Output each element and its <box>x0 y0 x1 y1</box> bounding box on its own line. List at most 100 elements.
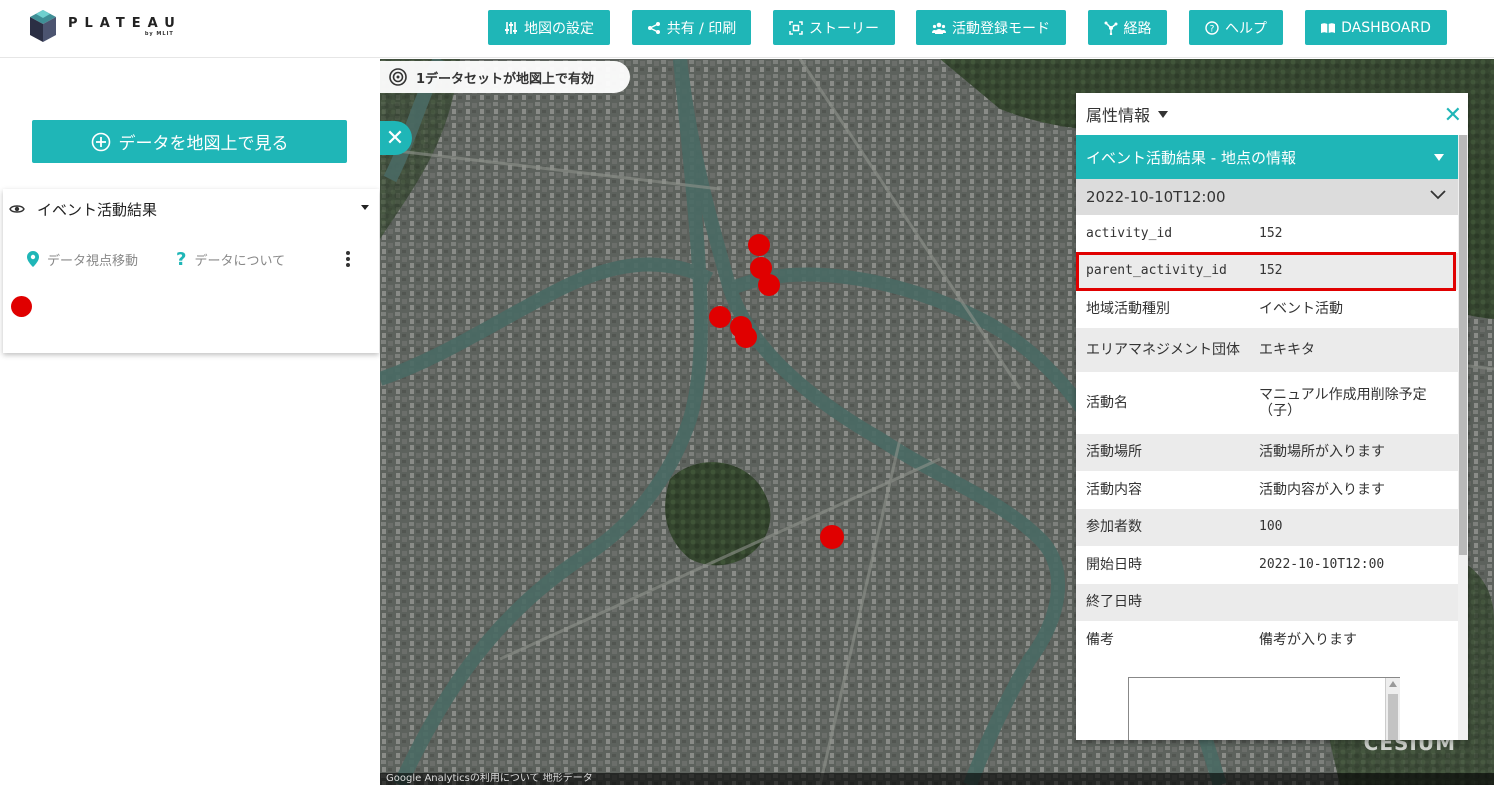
table-row: parent_activity_id 152 <box>1076 252 1458 290</box>
feature-layer-header[interactable]: イベント活動結果 - 地点の情報 <box>1076 135 1458 179</box>
active-dataset-text: 1データセットが地図上で有効 <box>416 71 595 87</box>
chevron-down-icon[interactable] <box>1430 190 1446 200</box>
share-print-button[interactable]: 共有 / 印刷 <box>632 10 751 45</box>
attribute-value: イベント活動 <box>1259 300 1343 317</box>
logo-subtitle: by MLIT <box>144 30 174 37</box>
add-data-button[interactable]: データを地図上で見る <box>32 120 347 163</box>
dataset-title: イベント活動結果 <box>37 200 158 219</box>
attribute-panel-title: 属性情報 <box>1086 106 1151 125</box>
story-label: ストーリー <box>809 20 879 37</box>
table-row: 活動内容 活動内容が入ります <box>1076 471 1458 509</box>
plateau-cube-icon <box>30 10 56 42</box>
attribute-value: 100 <box>1259 519 1283 535</box>
active-dataset-indicator[interactable]: 1データセットが地図上で有効 <box>380 61 630 93</box>
textarea-scroll-thumb[interactable] <box>1388 694 1398 740</box>
table-row: 備考 備考が入ります <box>1076 621 1458 659</box>
help-circle-icon: ? <box>1205 20 1219 35</box>
route-button[interactable]: 経路 <box>1088 10 1167 45</box>
people-icon <box>932 22 946 34</box>
table-row: 地域活動種別 イベント活動 <box>1076 290 1458 328</box>
close-icon: ✕ <box>385 125 405 151</box>
attribute-value: 152 <box>1259 225 1283 241</box>
left-panel: データを地図上で見る イベント活動結果 データ視点移動 ? データについて <box>0 59 380 785</box>
plateau-logo[interactable]: PLATEAU by MLIT <box>30 10 182 42</box>
event-marker[interactable] <box>820 525 844 549</box>
feature-time-row[interactable]: 2022-10-10T12:00 <box>1076 179 1458 215</box>
map-settings-label: 地図の設定 <box>524 20 594 37</box>
location-pin-icon <box>27 251 39 267</box>
event-marker[interactable] <box>748 234 770 256</box>
attribute-key: 活動内容 <box>1086 481 1142 498</box>
table-row: 活動名 マニュアル作成用削除予定（子） <box>1076 372 1458 434</box>
table-row: 終了日時 <box>1076 583 1458 621</box>
event-marker[interactable] <box>758 274 780 296</box>
map-settings-button[interactable]: 地図の設定 <box>488 10 610 45</box>
more-vertical-icon[interactable] <box>345 250 351 268</box>
plus-circle-icon <box>91 132 110 151</box>
route-label: 経路 <box>1123 20 1152 37</box>
attribute-value: マニュアル作成用削除予定（子） <box>1259 386 1427 419</box>
event-marker[interactable] <box>735 326 757 348</box>
dataset-expand-icon[interactable] <box>361 205 369 210</box>
attribute-value: 152 <box>1259 263 1283 279</box>
dashboard-button[interactable]: DASHBOARD <box>1305 10 1447 45</box>
app-header: PLATEAU by MLIT 地図の設定 共有 / 印刷 ストーリー 活動登録… <box>0 0 1494 58</box>
attribute-key: 終了日時 <box>1086 594 1142 611</box>
table-row: 活動場所 活動場所が入ります <box>1076 433 1458 471</box>
help-label: ヘルプ <box>1225 20 1267 37</box>
caret-down-icon[interactable] <box>1434 154 1444 161</box>
attribute-value: 備考が入ります <box>1259 631 1357 648</box>
feature-layer-title: イベント活動結果 - 地点の情報 <box>1086 148 1296 167</box>
attribute-value: 活動場所が入ります <box>1259 444 1385 461</box>
close-icon[interactable]: ✕ <box>1444 103 1462 128</box>
about-data-button[interactable]: ? データについて <box>176 249 285 270</box>
activity-register-label: 活動登録モード <box>952 20 1050 37</box>
attribute-panel-scroll-thumb[interactable] <box>1459 135 1467 555</box>
attribute-key: 備考 <box>1086 631 1114 648</box>
about-data-label: データについて <box>194 253 286 269</box>
attribute-key: parent_activity_id <box>1086 263 1227 279</box>
attribute-key: 参加者数 <box>1086 519 1142 536</box>
attribute-key: 地域活動種別 <box>1086 300 1170 317</box>
story-button[interactable]: ストーリー <box>773 10 895 45</box>
attribute-value: 活動内容が入ります <box>1259 481 1385 498</box>
attribute-key: エリアマネジメント団体 <box>1086 341 1240 358</box>
table-row: 開始日時 2022-10-10T12:00 <box>1076 546 1458 584</box>
map-attribution[interactable]: Google Analyticsの利用について 地形データ <box>380 773 1494 785</box>
logo-title: PLATEAU <box>68 15 182 31</box>
attribute-key: 活動名 <box>1086 394 1128 411</box>
sliders-icon <box>505 21 517 34</box>
zoom-to-data-button[interactable]: データ視点移動 <box>27 250 138 269</box>
eye-icon[interactable] <box>9 203 25 215</box>
feature-timestamp: 2022-10-10T12:00 <box>1086 188 1226 206</box>
layers-status-icon <box>389 68 407 86</box>
attribute-panel-header[interactable]: 属性情報 <box>1076 93 1468 135</box>
caret-down-icon[interactable] <box>1158 110 1169 118</box>
attribute-panel-scrollbar[interactable] <box>1458 135 1468 740</box>
route-icon <box>1104 21 1117 35</box>
dataset-title-row[interactable]: イベント活動結果 <box>9 197 373 221</box>
dataset-card: イベント活動結果 データ視点移動 ? データについて <box>3 189 379 353</box>
book-icon <box>1321 22 1336 33</box>
legend-marker <box>11 296 32 317</box>
share-print-label: 共有 / 印刷 <box>666 20 737 37</box>
help-button[interactable]: ? ヘルプ <box>1189 10 1283 45</box>
scroll-up-icon[interactable] <box>1389 681 1397 687</box>
attribute-value: 2022-10-10T12:00 <box>1259 556 1385 572</box>
textarea-scrollbar[interactable] <box>1385 678 1400 740</box>
attribute-key: activity_id <box>1086 225 1173 241</box>
table-row: 参加者数 100 <box>1076 508 1458 546</box>
question-icon: ? <box>176 248 187 270</box>
dataset-actions: データ視点移動 ? データについて <box>27 247 367 271</box>
dashboard-label: DASHBOARD <box>1341 19 1431 36</box>
event-marker[interactable] <box>709 306 731 328</box>
table-row: エリアマネジメント団体 エキキタ <box>1076 327 1458 372</box>
activity-register-button[interactable]: 活動登録モード <box>916 10 1066 45</box>
attribute-key: 開始日時 <box>1086 556 1142 573</box>
attribute-key: 活動場所 <box>1086 444 1142 461</box>
svg-text:?: ? <box>1210 24 1215 34</box>
attribute-panel: 属性情報 ✕ イベント活動結果 - 地点の情報 2022-10-10T12:00… <box>1076 93 1468 740</box>
story-icon <box>789 20 803 35</box>
share-icon <box>647 21 660 34</box>
notes-textarea[interactable] <box>1128 677 1400 740</box>
